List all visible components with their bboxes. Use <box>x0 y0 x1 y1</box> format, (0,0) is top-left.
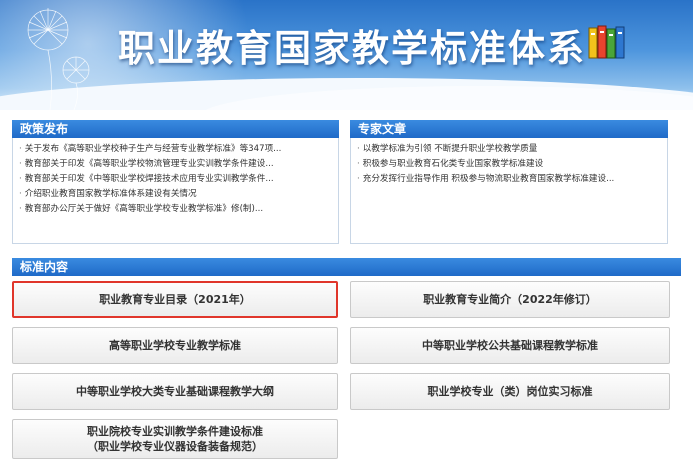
standards-heading: 标准内容 <box>20 260 69 274</box>
books-icon <box>588 25 625 59</box>
policy-heading: 政策发布 <box>20 122 69 136</box>
catalog-2021-button[interactable]: 职业教育专业目录（2021年） <box>12 281 338 318</box>
experts-item[interactable]: · 充分发挥行业指导作用 积极参与物流职业教育国家教学标准建设... <box>357 172 667 187</box>
major-intro-2022-button[interactable]: 职业教育专业简介（2022年修订） <box>350 281 670 318</box>
banner: 职业教育国家教学标准体系 <box>0 0 693 110</box>
policy-item[interactable]: · 教育部办公厅关于做好《高等职业学校专业教学标准》修(制)... <box>19 202 338 217</box>
banner-title: 职业教育国家教学标准体系 <box>118 28 586 69</box>
experts-item[interactable]: · 以教学标准为引领 不断提升职业学校教学质量 <box>357 142 667 157</box>
policy-item[interactable]: · 介绍职业教育国家教学标准体系建设有关情况 <box>19 187 338 202</box>
higher-vocational-standard-label: 高等职业学校专业教学标准 <box>109 339 241 352</box>
experts-item-link[interactable]: 积极参与职业教育石化类专业国家教学标准建设 <box>363 159 543 169</box>
experts-heading: 专家文章 <box>358 122 407 136</box>
internship-standard-label: 职业学校专业（类）岗位实习标准 <box>427 385 593 398</box>
policy-item-link[interactable]: 教育部关于印发《中等职业学校焊接技术应用专业实训教学条件... <box>25 174 274 184</box>
secondary-major-outline-button[interactable]: 中等职业学校大类专业基础课程教学大纲 <box>12 373 338 410</box>
policy-item-link[interactable]: 教育部关于印发《高等职业学校物流管理专业实训教学条件建设... <box>25 159 274 169</box>
experts-item-link[interactable]: 充分发挥行业指导作用 积极参与物流职业教育国家教学标准建设... <box>363 174 615 184</box>
policy-item[interactable]: · 关于发布《高等职业学校种子生产与经营专业教学标准》等347项... <box>19 142 338 157</box>
experts-item[interactable]: · 积极参与职业教育石化类专业国家教学标准建设 <box>357 157 667 172</box>
secondary-public-course-label: 中等职业学校公共基础课程教学标准 <box>422 339 598 352</box>
policy-item-link[interactable]: 关于发布《高等职业学校种子生产与经营专业教学标准》等347项... <box>25 144 282 154</box>
policy-item[interactable]: · 教育部关于印发《中等职业学校焊接技术应用专业实训教学条件... <box>19 172 338 187</box>
internship-standard-button[interactable]: 职业学校专业（类）岗位实习标准 <box>350 373 670 410</box>
training-conditions-button[interactable]: 职业院校专业实训教学条件建设标准 （职业学校专业仪器设备装备规范） <box>12 419 338 459</box>
policy-item[interactable]: · 教育部关于印发《高等职业学校物流管理专业实训教学条件建设... <box>19 157 338 172</box>
policy-panel: · 关于发布《高等职业学校种子生产与经营专业教学标准》等347项... · 教育部关… <box>12 138 339 244</box>
experts-list: · 以教学标准为引领 不断提升职业学校教学质量 · 积极参与职业教育石化类专业国家教… <box>351 138 667 187</box>
experts-header: 专家文章 <box>350 120 668 138</box>
policy-list: · 关于发布《高等职业学校种子生产与经营专业教学标准》等347项... · 教育部关… <box>13 138 338 217</box>
training-conditions-label-line1: 职业院校专业实训教学条件建设标准 <box>87 425 263 438</box>
catalog-2021-label: 职业教育专业目录（2021年） <box>99 293 251 306</box>
secondary-public-course-button[interactable]: 中等职业学校公共基础课程教学标准 <box>350 327 670 364</box>
experts-item-link[interactable]: 以教学标准为引领 不断提升职业学校教学质量 <box>363 144 538 154</box>
training-conditions-label-line2: （职业学校专业仪器设备装备规范） <box>87 440 263 453</box>
standards-header: 标准内容 <box>12 258 681 276</box>
experts-panel: · 以教学标准为引领 不断提升职业学校教学质量 · 积极参与职业教育石化类专业国家教… <box>350 138 668 244</box>
secondary-major-outline-label: 中等职业学校大类专业基础课程教学大纲 <box>76 385 274 398</box>
major-intro-2022-label: 职业教育专业简介（2022年修订） <box>423 293 597 306</box>
policy-header: 政策发布 <box>12 120 339 138</box>
higher-vocational-standard-button[interactable]: 高等职业学校专业教学标准 <box>12 327 338 364</box>
policy-item-link[interactable]: 介绍职业教育国家教学标准体系建设有关情况 <box>25 189 197 199</box>
policy-item-link[interactable]: 教育部办公厅关于做好《高等职业学校专业教学标准》修(制)... <box>25 204 263 214</box>
dandelion-icon <box>27 8 90 110</box>
